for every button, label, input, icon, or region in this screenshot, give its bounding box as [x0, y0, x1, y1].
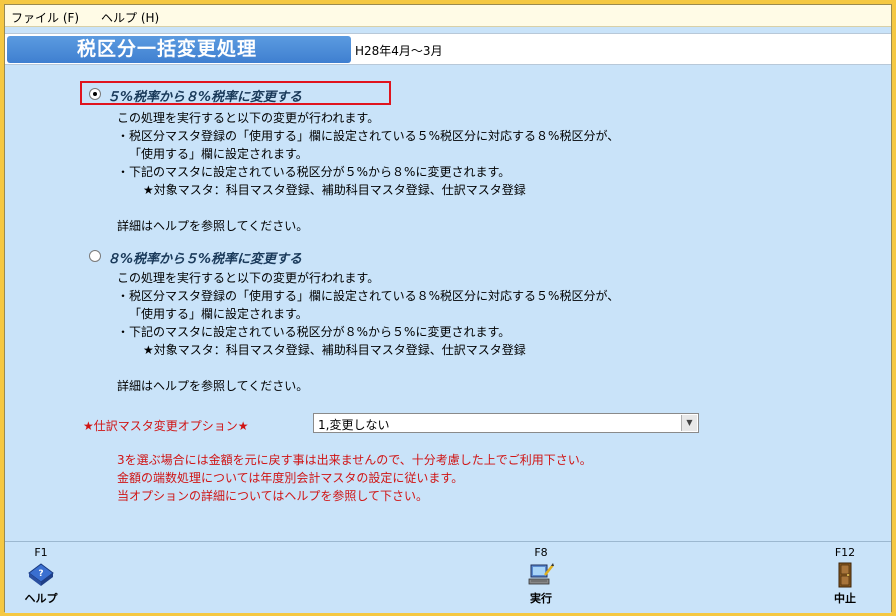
desc-line: ★対象マスタ：科目マスタ登録、補助科目マスタ登録、仕訳マスタ登録: [143, 183, 526, 197]
menu-bar: ファイル (F) ヘルプ (H): [5, 5, 891, 27]
door-exit-icon: [838, 562, 852, 588]
help-book-icon: ?: [28, 563, 54, 586]
desc-line: 詳細はヘルプを参照してください。: [117, 219, 309, 233]
radio-button-checked[interactable]: [89, 88, 101, 100]
f1-caption: ヘルプ: [24, 592, 58, 605]
f1-key-label: F1: [34, 546, 48, 559]
note-line: 3を選ぶ場合には金額を元に戻す事は出来ませんので、十分考慮した上でご利用下さい。: [117, 453, 592, 467]
desc-line: 「使用する」欄に設定されます。: [129, 147, 308, 161]
option1-description: この処理を実行すると以下の変更が行われます。 ・税区分マスタ登録の「使用する」欄…: [117, 109, 619, 235]
f8-key-label: F8: [534, 546, 548, 559]
menu-help[interactable]: ヘルプ (H): [101, 9, 159, 26]
option2-description: この処理を実行すると以下の変更が行われます。 ・税区分マスタ登録の「使用する」欄…: [117, 269, 619, 395]
note-line: 金額の端数処理については年度別会計マスタの設定に従います。: [117, 471, 464, 485]
desc-line: ・税区分マスタ登録の「使用する」欄に設定されている８%税区分に対応する５%税区分…: [117, 289, 620, 303]
title-bar: 税区分一括変更処理 H28年4月～3月: [5, 33, 891, 65]
desc-line: ・下記のマスタに設定されている税区分が８%から５%に変更されます。: [117, 325, 511, 339]
note-line: 当オプションの詳細についてはヘルプを参照して下さい。: [117, 489, 429, 503]
computer-execute-icon: [528, 563, 554, 585]
desc-line: ★対象マスタ：科目マスタ登録、補助科目マスタ登録、仕訳マスタ登録: [143, 343, 526, 357]
main-window: ファイル (F) ヘルプ (H) 税区分一括変更処理 H28年4月～3月 ５%税…: [4, 4, 892, 613]
radio-button-unchecked[interactable]: [89, 250, 101, 262]
f12-cancel-button[interactable]: F12 中止: [815, 546, 875, 606]
f1-help-button[interactable]: F1 ? ヘルプ: [11, 546, 71, 606]
chevron-down-icon[interactable]: ▼: [681, 415, 697, 431]
select-value: 1,変更しない: [318, 418, 390, 432]
function-key-bar: F1 ? ヘルプ F8 実行 F12 中止: [5, 541, 891, 613]
option-label[interactable]: ８%税率から５%税率に変更する: [107, 248, 302, 267]
f12-caption: 中止: [834, 592, 856, 605]
fiscal-period: H28年4月～3月: [355, 44, 443, 58]
f12-key-label: F12: [834, 546, 856, 559]
page-title: 税区分一括変更処理: [7, 36, 351, 63]
desc-line: 詳細はヘルプを参照してください。: [117, 379, 309, 393]
menu-file[interactable]: ファイル (F): [11, 9, 79, 26]
journal-option-select[interactable]: 1,変更しない ▼: [313, 413, 699, 433]
desc-line: この処理を実行すると以下の変更が行われます。: [117, 271, 380, 285]
desc-line: ・税区分マスタ登録の「使用する」欄に設定されている５%税区分に対応する８%税区分…: [117, 129, 620, 143]
option-label[interactable]: ５%税率から８%税率に変更する: [107, 86, 302, 105]
desc-line: この処理を実行すると以下の変更が行われます。: [117, 111, 380, 125]
desc-line: 「使用する」欄に設定されます。: [129, 307, 308, 321]
svg-text:?: ?: [38, 569, 43, 579]
desc-line: ・下記のマスタに設定されている税区分が５%から８%に変更されます。: [117, 165, 511, 179]
journal-option-label: ★仕訳マスタ変更オプション★: [83, 419, 249, 433]
option-notes: 3を選ぶ場合には金額を元に戻す事は出来ませんので、十分考慮した上でご利用下さい。…: [117, 451, 592, 505]
f8-caption: 実行: [530, 592, 552, 605]
f8-execute-button[interactable]: F8 実行: [511, 546, 571, 606]
